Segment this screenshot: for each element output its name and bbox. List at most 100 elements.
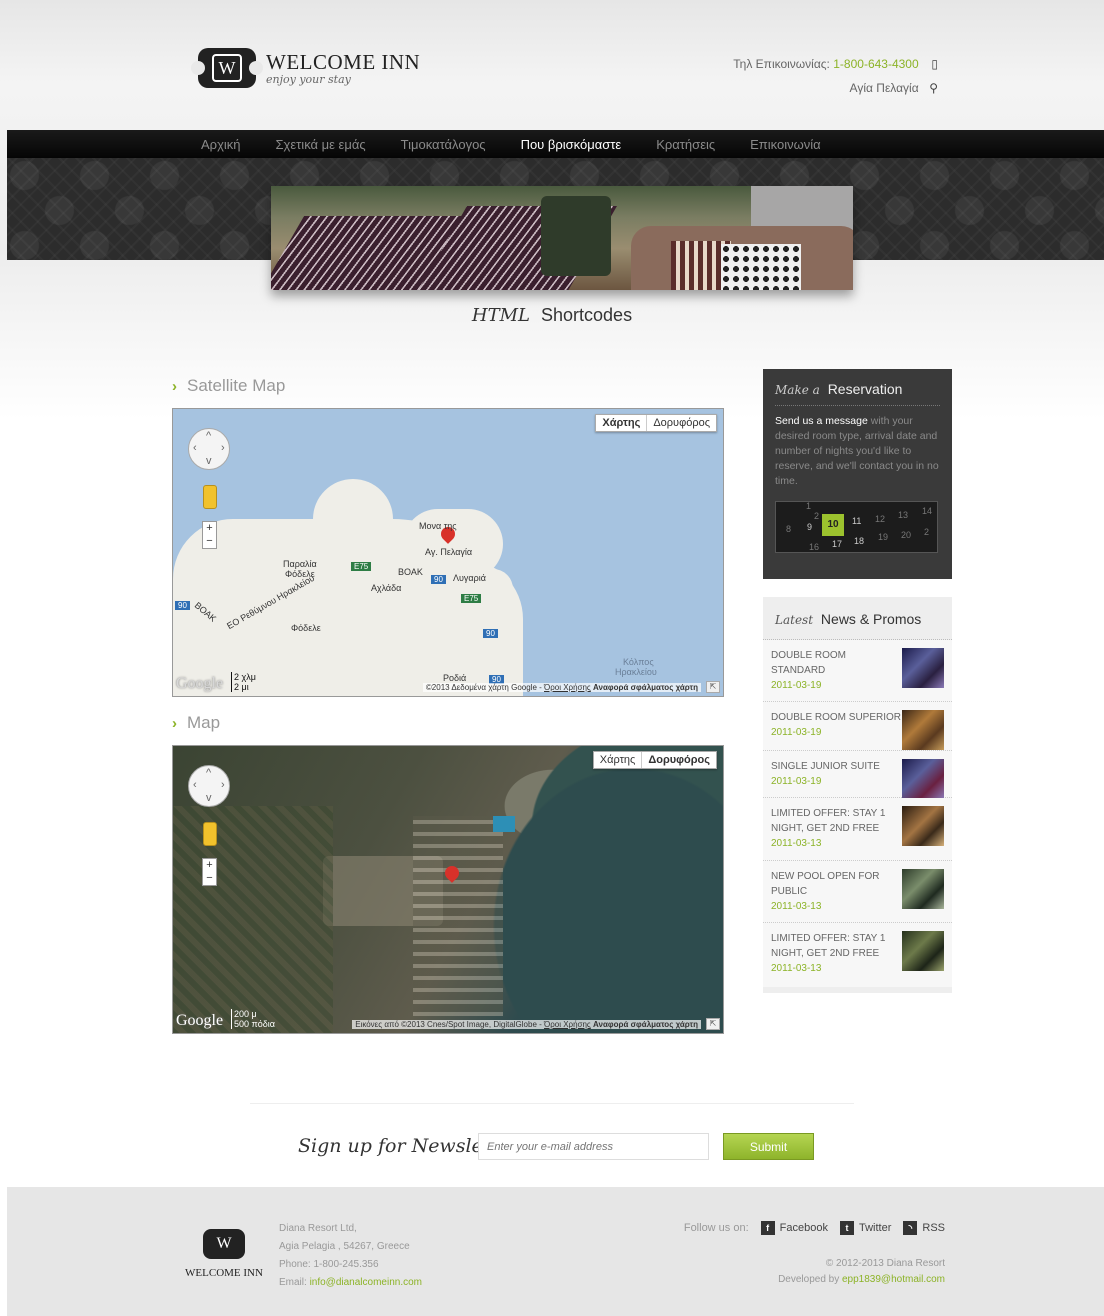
pan-up-icon[interactable]: ^: [206, 767, 211, 779]
rss-icon: ◝: [903, 1221, 918, 1235]
nav-item-bookings[interactable]: Κρατήσεις: [656, 137, 715, 152]
calendar-day: 12: [875, 514, 886, 524]
news-item-title[interactable]: LIMITED OFFER: STAY 1 NIGHT, GET 2ND FRE…: [771, 931, 902, 961]
zoom-in-button[interactable]: +: [203, 859, 216, 872]
news-item[interactable]: LIMITED OFFER: STAY 1 NIGHT, GET 2ND FRE…: [763, 798, 952, 861]
pan-control[interactable]: ^ ‹ › v: [188, 428, 230, 470]
map-scale: 200 μ 500 πόδια: [231, 1009, 275, 1029]
twitter-link[interactable]: t Twitter: [839, 1221, 891, 1235]
nav-item-location[interactable]: Που βρισκόμαστε: [521, 137, 622, 152]
zoom-out-button[interactable]: −: [203, 535, 216, 548]
report-error-link[interactable]: Αναφορά σφάλματος χάρτη: [593, 1020, 698, 1029]
footer-logo[interactable]: W WELCOME INN: [184, 1229, 264, 1279]
footer-address: Diana Resort Ltd, Agia Pelagia , 54267, …: [279, 1220, 422, 1292]
roadmap-map[interactable]: Χάρτης Δορυφόρος ^ ‹ › v + − Μονα της Αγ…: [172, 408, 724, 697]
nav-item-home[interactable]: Αρχική: [201, 137, 241, 152]
calendar-day: 8: [786, 524, 792, 534]
calendar-day: 2: [814, 511, 820, 521]
map-label: Μονα της: [419, 521, 457, 531]
header-contact: Τηλ Επικοινωνίας: 1-800-643-4300 ▯ Αγία …: [733, 52, 938, 100]
map-type-map-button[interactable]: Χάρτης: [596, 415, 648, 431]
news-thumbnail[interactable]: [902, 710, 944, 750]
news-title-text: News & Promos: [820, 611, 922, 627]
map-type-satellite-button[interactable]: Δορυφόρος: [642, 752, 716, 768]
expand-icon[interactable]: ⇱: [706, 1018, 720, 1030]
calendar-day: 17: [832, 539, 843, 549]
facebook-link[interactable]: f Facebook: [760, 1221, 828, 1235]
map-type-map-button[interactable]: Χάρτης: [594, 752, 643, 768]
calendar-graphic[interactable]: 1 2 8 9 10 11 12 13 14 16 17 18 19 20 2: [775, 501, 938, 553]
pan-up-icon[interactable]: ^: [206, 430, 211, 442]
news-item-title[interactable]: SINGLE JUNIOR SUITE: [771, 759, 902, 774]
google-logo[interactable]: Google: [176, 1012, 223, 1030]
satellite-map-title: Satellite Map: [187, 376, 286, 395]
satellite-map[interactable]: Χάρτης Δορυφόρος ^ ‹ › v + − Google 200 …: [172, 745, 724, 1034]
calendar-day: 9: [807, 522, 813, 532]
news-item-title[interactable]: NEW POOL OPEN FOR PUBLIC: [771, 869, 902, 899]
developed-label: Developed by: [778, 1274, 842, 1285]
news-thumbnail[interactable]: [902, 648, 944, 688]
terms-link[interactable]: Όροι Χρήσης: [544, 1020, 591, 1029]
news-item-date: 2011-03-19: [771, 680, 822, 691]
zoom-control[interactable]: + −: [202, 858, 217, 886]
news-thumbnail[interactable]: [902, 806, 944, 846]
news-thumbnail[interactable]: [902, 869, 944, 909]
zoom-in-button[interactable]: +: [203, 522, 216, 535]
reservation-text: Send us a message with your desired room…: [775, 414, 940, 489]
scale-bottom-label: 2 μι: [234, 682, 249, 692]
reservation-widget[interactable]: Make a Reservation Send us a message wit…: [763, 369, 952, 579]
pan-down-icon[interactable]: v: [206, 792, 212, 804]
map-pin-icon: ⚲: [929, 81, 938, 95]
zoom-control[interactable]: + −: [202, 521, 217, 549]
news-item-date: 2011-03-13: [771, 901, 822, 912]
google-logo[interactable]: Google: [176, 675, 223, 693]
developer-email-link[interactable]: epp1839@hotmail.com: [842, 1274, 945, 1285]
news-thumbnail[interactable]: [902, 931, 944, 971]
pan-right-icon[interactable]: ›: [221, 442, 225, 454]
nav-item-about[interactable]: Σχετικά με εμάς: [276, 137, 366, 152]
expand-icon[interactable]: ⇱: [706, 681, 720, 693]
road-shield: 90: [175, 601, 190, 610]
calendar-day: 1: [806, 501, 812, 511]
pan-control[interactable]: ^ ‹ › v: [188, 765, 230, 807]
pan-down-icon[interactable]: v: [206, 455, 212, 467]
map-label: Κόλπος: [623, 657, 654, 667]
nav-item-contact[interactable]: Επικοινωνία: [750, 137, 821, 152]
pegman-icon[interactable]: [203, 822, 217, 846]
site-footer: W WELCOME INN Diana Resort Ltd, Agia Pel…: [7, 1187, 1104, 1316]
news-item[interactable]: DOUBLE ROOM SUPERIOR 2011-03-19: [763, 702, 952, 751]
map-type-satellite-button[interactable]: Δορυφόρος: [647, 415, 716, 431]
map-label: Παραλία: [283, 559, 317, 569]
news-item[interactable]: LIMITED OFFER: STAY 1 NIGHT, GET 2ND FRE…: [763, 923, 952, 987]
news-item[interactable]: NEW POOL OPEN FOR PUBLIC 2011-03-13: [763, 861, 952, 923]
news-item-title[interactable]: LIMITED OFFER: STAY 1 NIGHT, GET 2ND FRE…: [771, 806, 902, 836]
report-error-link[interactable]: Αναφορά σφάλματος χάρτη: [593, 683, 698, 692]
pan-left-icon[interactable]: ‹: [193, 442, 197, 454]
news-thumbnail[interactable]: [902, 759, 944, 799]
site-logo[interactable]: W WELCOME INN enjoy your stay: [191, 48, 420, 88]
terms-link[interactable]: Όροι Χρήσης: [544, 683, 591, 692]
news-item-date: 2011-03-19: [771, 776, 822, 787]
calendar-day: 20: [901, 530, 912, 540]
phone-number[interactable]: 1-800-643-4300: [833, 57, 918, 71]
news-item-title[interactable]: DOUBLE ROOM SUPERIOR: [771, 710, 902, 725]
footer-email-link[interactable]: info@dianalcomeinn.com: [310, 1277, 422, 1288]
scale-top-label: 2 χλμ: [234, 672, 256, 682]
zoom-out-button[interactable]: −: [203, 872, 216, 885]
news-item[interactable]: SINGLE JUNIOR SUITE 2011-03-19: [763, 751, 952, 799]
follow-label: Follow us on:: [683, 1222, 749, 1234]
newsletter-submit-button[interactable]: Submit: [723, 1133, 814, 1160]
nav-item-prices[interactable]: Τιμοκατάλογος: [401, 137, 486, 152]
news-item[interactable]: DOUBLE ROOM STANDARD 2011-03-19: [763, 640, 952, 702]
newsletter-email-input[interactable]: [478, 1133, 709, 1160]
calendar-day: 18: [854, 536, 865, 546]
pan-right-icon[interactable]: ›: [221, 779, 225, 791]
pegman-icon[interactable]: [203, 485, 217, 509]
pan-left-icon[interactable]: ‹: [193, 779, 197, 791]
calendar-day: 11: [852, 516, 862, 526]
news-item-title[interactable]: DOUBLE ROOM STANDARD: [771, 648, 902, 678]
rss-label: RSS: [922, 1222, 945, 1234]
rss-link[interactable]: ◝ RSS: [903, 1221, 945, 1235]
reservation-title-text: Reservation: [827, 381, 903, 397]
facebook-icon: f: [760, 1221, 775, 1235]
